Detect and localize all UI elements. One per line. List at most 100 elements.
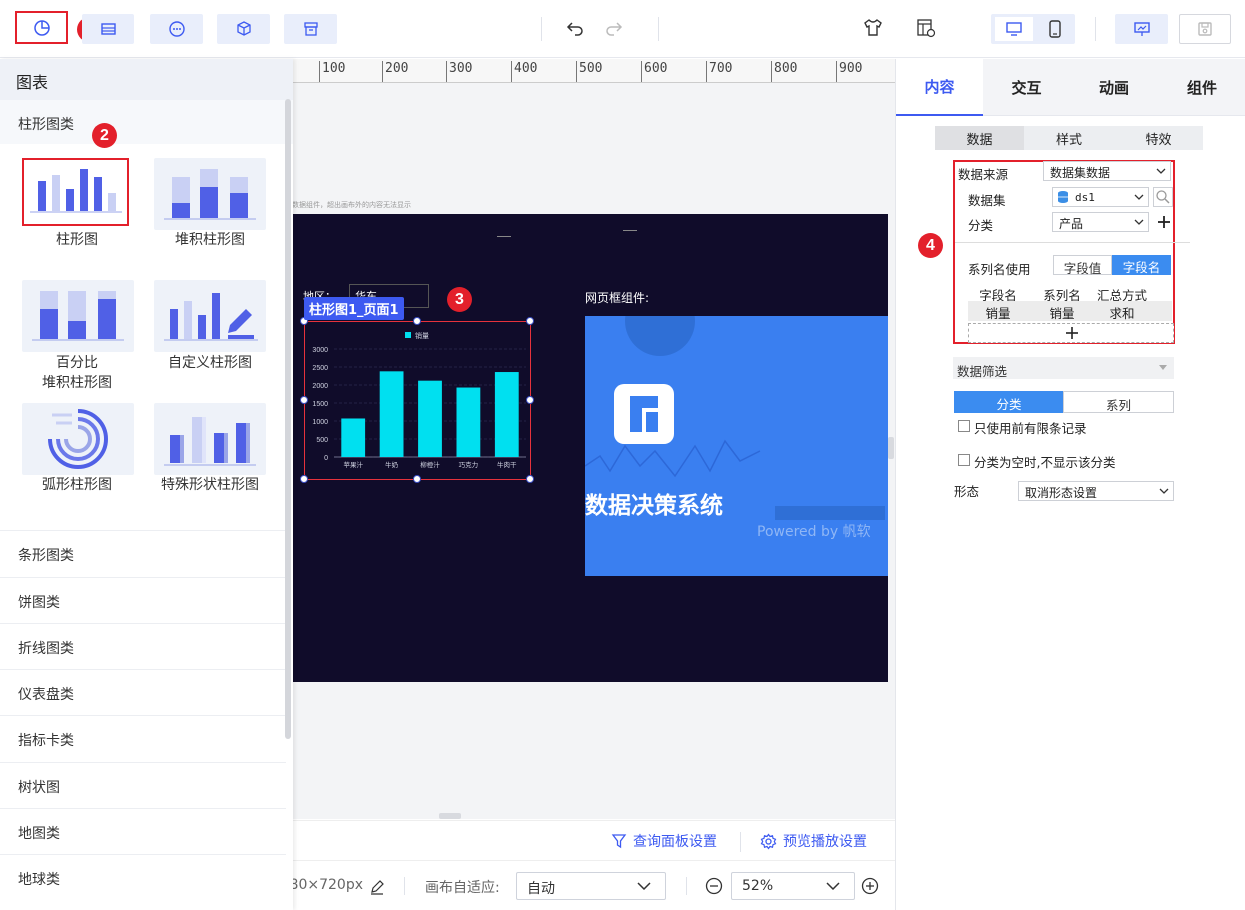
canvas-bottom-bar: 查询面板设置 预览播放设置: [293, 813, 895, 860]
resize-handle[interactable]: [413, 317, 421, 325]
category-item[interactable]: 地球类: [0, 854, 286, 900]
ruler-tick: 200: [382, 61, 408, 82]
properties-panel: 内容 交互 动画 组件 数据 样式 特效 4 数据来源 数据集数据 数据集 ds…: [895, 59, 1245, 910]
canvas-size-text: 1280×720px: [293, 877, 363, 893]
ruler-tick: 800: [771, 61, 797, 82]
source-select[interactable]: 数据集数据: [1043, 161, 1171, 181]
filter-tab-category[interactable]: 分类: [954, 391, 1064, 413]
shirt-icon: [864, 19, 882, 36]
resize-handle[interactable]: [526, 475, 534, 483]
undo-button[interactable]: [565, 18, 587, 40]
field-row[interactable]: 销量 销量 求和: [968, 301, 1172, 321]
category-item[interactable]: 地图类: [0, 808, 286, 854]
custom-bar-chart-icon: [164, 293, 258, 341]
resize-handle[interactable]: [300, 475, 308, 483]
zoom-in-icon[interactable]: [861, 877, 879, 895]
mobile-view-button[interactable]: [1041, 17, 1069, 41]
status-divider: [686, 877, 687, 895]
category-item[interactable]: 仪表盘类: [0, 669, 286, 715]
chart-name-tag: 柱形图1_页面1: [304, 297, 404, 320]
ruler-tick: 900: [836, 61, 862, 82]
redo-button[interactable]: [604, 18, 626, 40]
edit-size-icon[interactable]: [369, 879, 385, 895]
add-category-icon[interactable]: [1157, 215, 1171, 229]
caret-down-icon: [1159, 365, 1167, 370]
top-toolbar: 1: [0, 0, 1245, 58]
series-option-field-value[interactable]: 字段值: [1053, 255, 1112, 276]
canvas-hint: 数据组件，超出画布外的内容无法显示: [292, 201, 411, 209]
resize-handle[interactable]: [526, 396, 534, 404]
step-badge-4: 4: [918, 233, 943, 258]
status-divider: [404, 877, 405, 895]
category-bar-charts[interactable]: 柱形图类: [0, 100, 293, 144]
search-icon: [1156, 190, 1170, 204]
stacked-bar-chart-icon: [164, 169, 256, 220]
selection-box: [304, 321, 531, 480]
tab-content[interactable]: 内容: [896, 59, 983, 116]
theme-button[interactable]: [862, 17, 886, 41]
fit-select[interactable]: 自动: [516, 872, 666, 900]
tab-component[interactable]: 组件: [1158, 59, 1245, 116]
category-item[interactable]: 饼图类: [0, 577, 286, 623]
webframe-label: 网页框组件:: [585, 291, 650, 305]
webframe-title: 数据决策系统: [585, 493, 723, 519]
category-select[interactable]: 产品: [1052, 212, 1149, 232]
ruler-tick: 600: [641, 61, 667, 82]
bar-chart-icon: [30, 169, 122, 213]
ruler-tick: 700: [706, 61, 732, 82]
dataset-select[interactable]: ds1: [1052, 187, 1149, 207]
bottom-handle[interactable]: [439, 813, 461, 819]
resize-handle[interactable]: [300, 396, 308, 404]
preview-button[interactable]: [1115, 14, 1168, 44]
zoom-select[interactable]: 52%: [731, 872, 855, 900]
resize-handle[interactable]: [413, 475, 421, 483]
more-tool-button[interactable]: [150, 14, 203, 44]
category-item[interactable]: 树状图: [0, 762, 286, 808]
chevron-down-icon: [1159, 488, 1169, 494]
webframe-pie-decoration: [625, 316, 695, 356]
resize-handle[interactable]: [526, 317, 534, 325]
monitor-icon: [1006, 22, 1022, 36]
template-button[interactable]: [915, 17, 939, 41]
save-button[interactable]: [1179, 14, 1231, 44]
series-option-field-name[interactable]: 字段名: [1112, 255, 1171, 275]
canvas-side-handle[interactable]: [888, 437, 894, 459]
toolbar-divider: [1095, 17, 1096, 41]
limit-records-checkbox[interactable]: [958, 420, 970, 432]
chart-tool-button[interactable]: [15, 11, 68, 44]
source-label: 数据来源: [958, 167, 1009, 182]
data-filter-section[interactable]: 数据筛选: [953, 357, 1174, 379]
dataset-search-button[interactable]: [1153, 187, 1173, 207]
cube-icon: [236, 21, 251, 36]
tab-interaction[interactable]: 交互: [983, 59, 1070, 116]
field-cell: 销量: [985, 306, 1011, 321]
category-item[interactable]: 条形图类: [0, 530, 286, 576]
subtab-effects[interactable]: 特效: [1114, 126, 1203, 150]
desktop-view-button[interactable]: [995, 17, 1033, 41]
source-value: 数据集数据: [1050, 166, 1111, 180]
filter-tab-series[interactable]: 系列: [1063, 391, 1174, 413]
add-field-button[interactable]: [968, 323, 1174, 343]
zoom-out-icon[interactable]: [705, 877, 723, 895]
chart-panel-title: 图表: [0, 59, 293, 100]
preview-settings-button[interactable]: 预览播放设置: [760, 831, 867, 851]
fanruan-logo-icon: [614, 384, 674, 444]
webframe-widget[interactable]: 数据决策系统 Powered by 帆软: [585, 316, 888, 576]
subtab-data[interactable]: 数据: [935, 126, 1024, 150]
preview-settings-label: 预览播放设置: [783, 834, 867, 850]
hide-empty-category-checkbox[interactable]: [958, 454, 970, 466]
save-icon: [1198, 22, 1212, 36]
shape-select[interactable]: 取消形态设置: [1018, 481, 1174, 501]
tab-animation[interactable]: 动画: [1070, 59, 1158, 116]
limit-records-label: 只使用前有限条记录: [974, 421, 1087, 436]
panel-scrollbar[interactable]: [285, 99, 291, 739]
archive-icon: [303, 22, 318, 36]
archive-tool-button[interactable]: [284, 14, 337, 44]
table-tool-button[interactable]: [82, 14, 134, 44]
query-panel-button[interactable]: 查询面板设置: [611, 831, 717, 851]
3d-tool-button[interactable]: [217, 14, 270, 44]
subtab-style[interactable]: 样式: [1024, 126, 1114, 150]
category-item[interactable]: 指标卡类: [0, 715, 286, 761]
category-item[interactable]: 折线图类: [0, 623, 286, 669]
chart-library-panel: 图表 柱形图类 2 柱形图 堆积柱形图 百分比 堆积柱形图 自定义柱形图 弧形柱…: [0, 59, 293, 910]
